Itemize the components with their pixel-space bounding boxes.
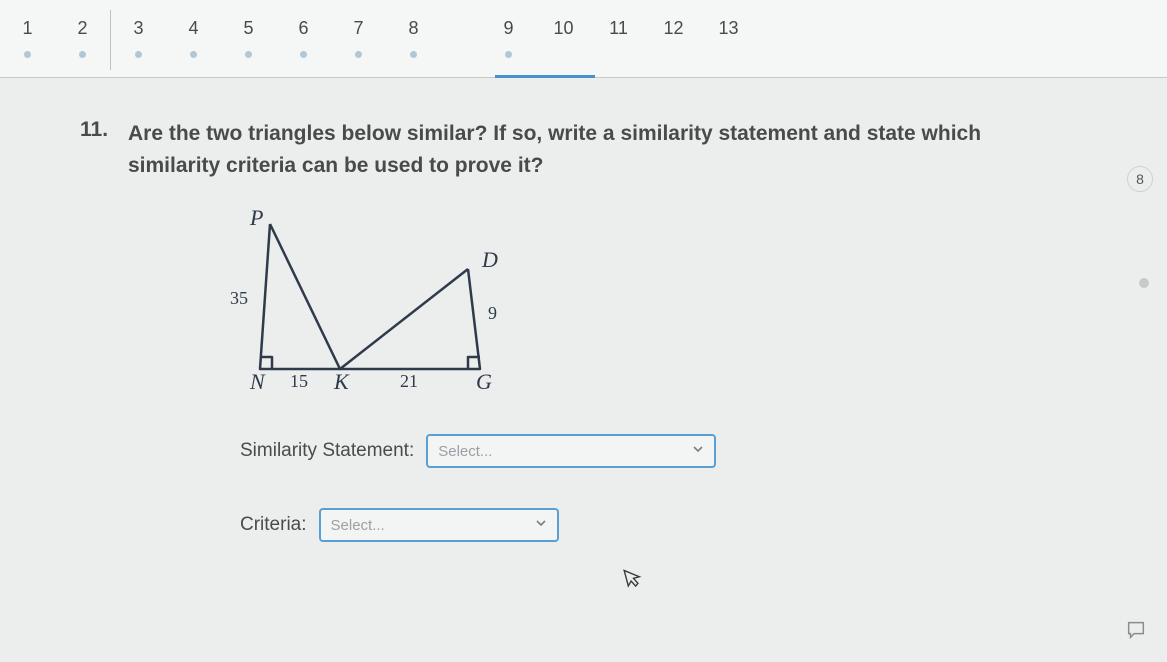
similarity-placeholder: Select... (438, 443, 684, 460)
question-text: Are the two triangles below similar? If … (128, 118, 1028, 181)
question-number: 11. (80, 118, 128, 181)
criteria-select[interactable]: Select... (319, 508, 559, 542)
nav-item-11[interactable]: 11 (591, 18, 646, 39)
criteria-label: Criteria: (240, 514, 307, 536)
criteria-placeholder: Select... (331, 517, 527, 534)
vertex-N: N (249, 369, 266, 389)
nav-item-9[interactable]: 9 (481, 18, 536, 58)
similarity-select[interactable]: Select... (426, 434, 716, 468)
dot-icon (190, 51, 197, 58)
vertex-D: D (481, 247, 498, 272)
nav-num: 6 (298, 18, 308, 38)
len-DG: 9 (488, 303, 497, 323)
nav-item-10[interactable]: 10 (536, 18, 591, 39)
chevron-down-icon (535, 516, 547, 534)
dot-icon (505, 51, 512, 58)
nav-num: 3 (133, 18, 143, 38)
nav-item-1[interactable]: 1 (0, 18, 55, 58)
criteria-row: Criteria: Select... (240, 508, 1097, 542)
dot-icon (24, 51, 31, 58)
len-PN: 35 (230, 288, 248, 308)
nav-item-4[interactable]: 4 (166, 18, 221, 58)
nav-num: 5 (243, 18, 253, 38)
similarity-label: Similarity Statement: (240, 440, 414, 462)
nav-item-8[interactable]: 8 (386, 18, 441, 58)
nav-num: 9 (503, 18, 513, 38)
nav-item-13[interactable]: 13 (701, 18, 756, 39)
nav-num: 2 (77, 18, 87, 38)
nav-item-6[interactable]: 6 (276, 18, 331, 58)
nav-num: 4 (188, 18, 198, 38)
dot-icon (355, 51, 362, 58)
nav-num: 11 (609, 18, 628, 38)
vertex-G: G (476, 369, 492, 389)
nav-item-5[interactable]: 5 (221, 18, 276, 58)
vertex-K: K (333, 369, 350, 389)
nav-num: 12 (663, 18, 683, 38)
nav-num: 13 (718, 18, 738, 38)
nav-item-3[interactable]: 3 (111, 18, 166, 58)
vertex-P: P (249, 209, 263, 230)
cursor-icon (622, 564, 649, 596)
nav-item-2[interactable]: 2 (55, 18, 110, 58)
dot-icon (410, 51, 417, 58)
question-content: 8 11. Are the two triangles below simila… (0, 78, 1167, 662)
nav-item-7[interactable]: 7 (331, 18, 386, 58)
nav-num: 10 (553, 18, 573, 38)
nav-item-12[interactable]: 12 (646, 18, 701, 39)
question-nav: 1 2 3 4 5 6 7 8 9 10 11 12 13 (0, 0, 1167, 78)
dot-icon (245, 51, 252, 58)
nav-num: 8 (408, 18, 418, 38)
dot-icon (135, 51, 142, 58)
triangles-figure: P D N K G 35 15 21 9 (220, 209, 1097, 394)
side-dot-icon (1139, 278, 1149, 288)
chevron-down-icon (692, 442, 704, 460)
nav-num: 1 (22, 18, 32, 38)
dot-icon (79, 51, 86, 58)
points-badge: 8 (1127, 166, 1153, 192)
len-KG: 21 (400, 371, 418, 389)
nav-num: 7 (353, 18, 363, 38)
len-NK: 15 (290, 371, 308, 389)
chat-icon[interactable] (1125, 619, 1147, 646)
points-value: 8 (1136, 171, 1144, 187)
dot-icon (300, 51, 307, 58)
similarity-statement-row: Similarity Statement: Select... (240, 434, 1097, 468)
